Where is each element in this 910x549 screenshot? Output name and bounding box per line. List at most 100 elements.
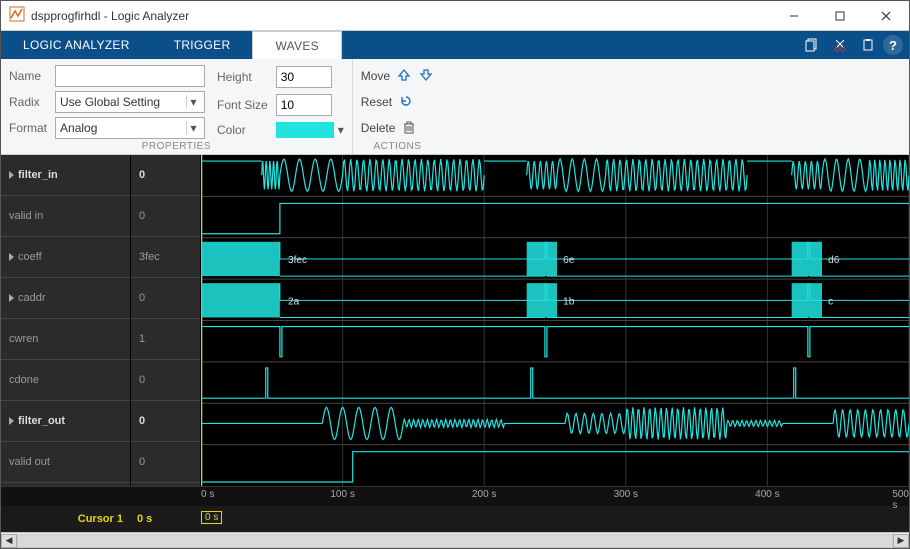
time-tick: 0 s [201,489,214,500]
close-button[interactable] [863,1,909,31]
caddr-label-2: c [828,296,833,307]
signal-label: valid out [9,456,50,468]
radix-value: Use Global Setting [60,95,160,109]
signal-name-filter_out[interactable]: filter_out [1,401,130,442]
time-tick: 300 s [614,489,638,500]
signal-value-filter_in: 0 [131,155,200,196]
move-label: Move [361,69,390,83]
cursor-column-value: 0 s [131,506,201,532]
signal-value-caddr: 0 [131,278,200,319]
move-up-button[interactable] [396,67,412,86]
coeff-label-0: 3fec [288,255,307,266]
help-icon[interactable]: ? [883,35,903,55]
chevron-down-icon: ▾ [186,121,200,135]
scroll-thumb[interactable] [18,535,892,547]
scroll-right-button[interactable]: ▶ [893,534,909,548]
app-window: dspprogfirhdl - Logic Analyzer LOGIC ANA… [0,0,910,549]
expand-icon[interactable] [9,171,14,179]
scroll-left-button[interactable]: ◀ [1,534,17,548]
cursor-box[interactable]: 0 s [201,511,222,524]
time-tick: 200 s [472,489,496,500]
coeff-label-1: 6e [563,255,575,266]
tab-trigger[interactable]: TRIGGER [152,31,253,59]
wave-rows: filter_invalid in coeff caddr cwren cdone fil… [1,155,909,486]
group-actions: Move Reset Delete ACTIONS [353,59,442,154]
chevron-down-icon: ▾ [338,123,344,137]
reset-button[interactable] [398,93,414,112]
move-down-button[interactable] [418,67,434,86]
signal-name-filter_in[interactable]: filter_in [1,155,130,196]
signal-name-caddr[interactable]: caddr [1,278,130,319]
ruler-plot[interactable]: 0 s100 s200 s300 s400 s500 s [201,487,909,506]
delete-label: Delete [361,121,396,135]
cursor-name[interactable]: Cursor 1 [1,506,131,532]
color-picker[interactable]: ▾ [276,122,344,138]
tab-logic-analyzer[interactable]: LOGIC ANALYZER [1,31,152,59]
group-title-properties: PROPERTIES [9,141,344,152]
format-select[interactable]: Analog ▾ [55,117,205,139]
fontsize-input[interactable] [276,94,332,116]
cut-icon[interactable] [827,34,853,56]
signal-value-cdone: 0 [131,360,200,401]
copy-icon[interactable] [799,34,825,56]
signal-name-cwren[interactable]: cwren [1,319,130,360]
maximize-button[interactable] [817,1,863,31]
signal-name-valid-out[interactable]: valid out [1,442,130,483]
name-input[interactable] [55,65,205,87]
chevron-down-icon: ▾ [186,95,200,109]
time-ruler: 0 s100 s200 s300 s400 s500 s [1,486,909,506]
format-value: Analog [60,121,97,135]
format-label: Format [9,121,49,135]
signal-label: valid in [9,210,43,222]
window-title: dspprogfirhdl - Logic Analyzer [31,9,189,23]
signal-label: filter_in [18,169,58,181]
signal-name-cdone[interactable]: cdone [1,360,130,401]
wave-area: filter_invalid in coeff caddr cwren cdone fil… [1,155,909,532]
signal-value-valid-in: 0 [131,196,200,237]
signal-name-coeff[interactable]: coeff [1,237,130,278]
caddr-label-1: 1b [563,296,575,307]
color-label: Color [217,123,270,137]
time-tick: 400 s [755,489,779,500]
app-logo-icon [1,6,31,25]
signal-value-valid-out: 0 [131,442,200,483]
radix-select[interactable]: Use Global Setting ▾ [55,91,205,113]
signal-label: cwren [9,333,38,345]
signal-name-valid-in[interactable]: valid in [1,196,130,237]
expand-icon[interactable] [9,294,14,302]
signal-label: cdone [9,374,39,386]
signal-value-column: 003fec01000 [131,155,201,486]
signal-label: filter_out [18,415,65,427]
height-label: Height [217,70,270,84]
name-label: Name [9,69,49,83]
toolstrip-tabbar: LOGIC ANALYZER TRIGGER WAVES ? [1,31,909,59]
horizontal-scrollbar[interactable]: ◀ ▶ [1,532,909,548]
tab-waves[interactable]: WAVES [252,31,342,59]
color-swatch [276,122,334,138]
signal-value-coeff: 3fec [131,237,200,278]
waveform-canvas[interactable]: 3fec 6e d6 2a 1b c [201,155,909,486]
scroll-track[interactable] [17,534,893,548]
fontsize-label: Font Size [217,98,270,112]
signal-name-column[interactable]: filter_invalid in coeff caddr cwren cdone fil… [1,155,131,486]
signal-value-cwren: 1 [131,319,200,360]
cursor-row: Cursor 1 0 s 0 s [1,506,909,532]
expand-icon[interactable] [9,253,14,261]
signal-label: coeff [18,251,42,263]
titlebar: dspprogfirhdl - Logic Analyzer [1,1,909,31]
radix-label: Radix [9,95,49,109]
group-properties: Name Radix Use Global Setting ▾ Format A… [1,59,353,154]
delete-button[interactable] [401,119,417,138]
reset-label: Reset [361,95,392,109]
caddr-label-0: 2a [288,296,300,307]
cursor-plot[interactable]: 0 s [201,506,909,532]
signal-value-filter_out: 0 [131,401,200,442]
toolstrip: Name Radix Use Global Setting ▾ Format A… [1,59,909,155]
group-title-actions: ACTIONS [361,141,434,152]
signal-label: caddr [18,292,46,304]
time-tick: 100 s [330,489,354,500]
height-input[interactable] [276,66,332,88]
paste-icon[interactable] [855,34,881,56]
expand-icon[interactable] [9,417,14,425]
minimize-button[interactable] [771,1,817,31]
